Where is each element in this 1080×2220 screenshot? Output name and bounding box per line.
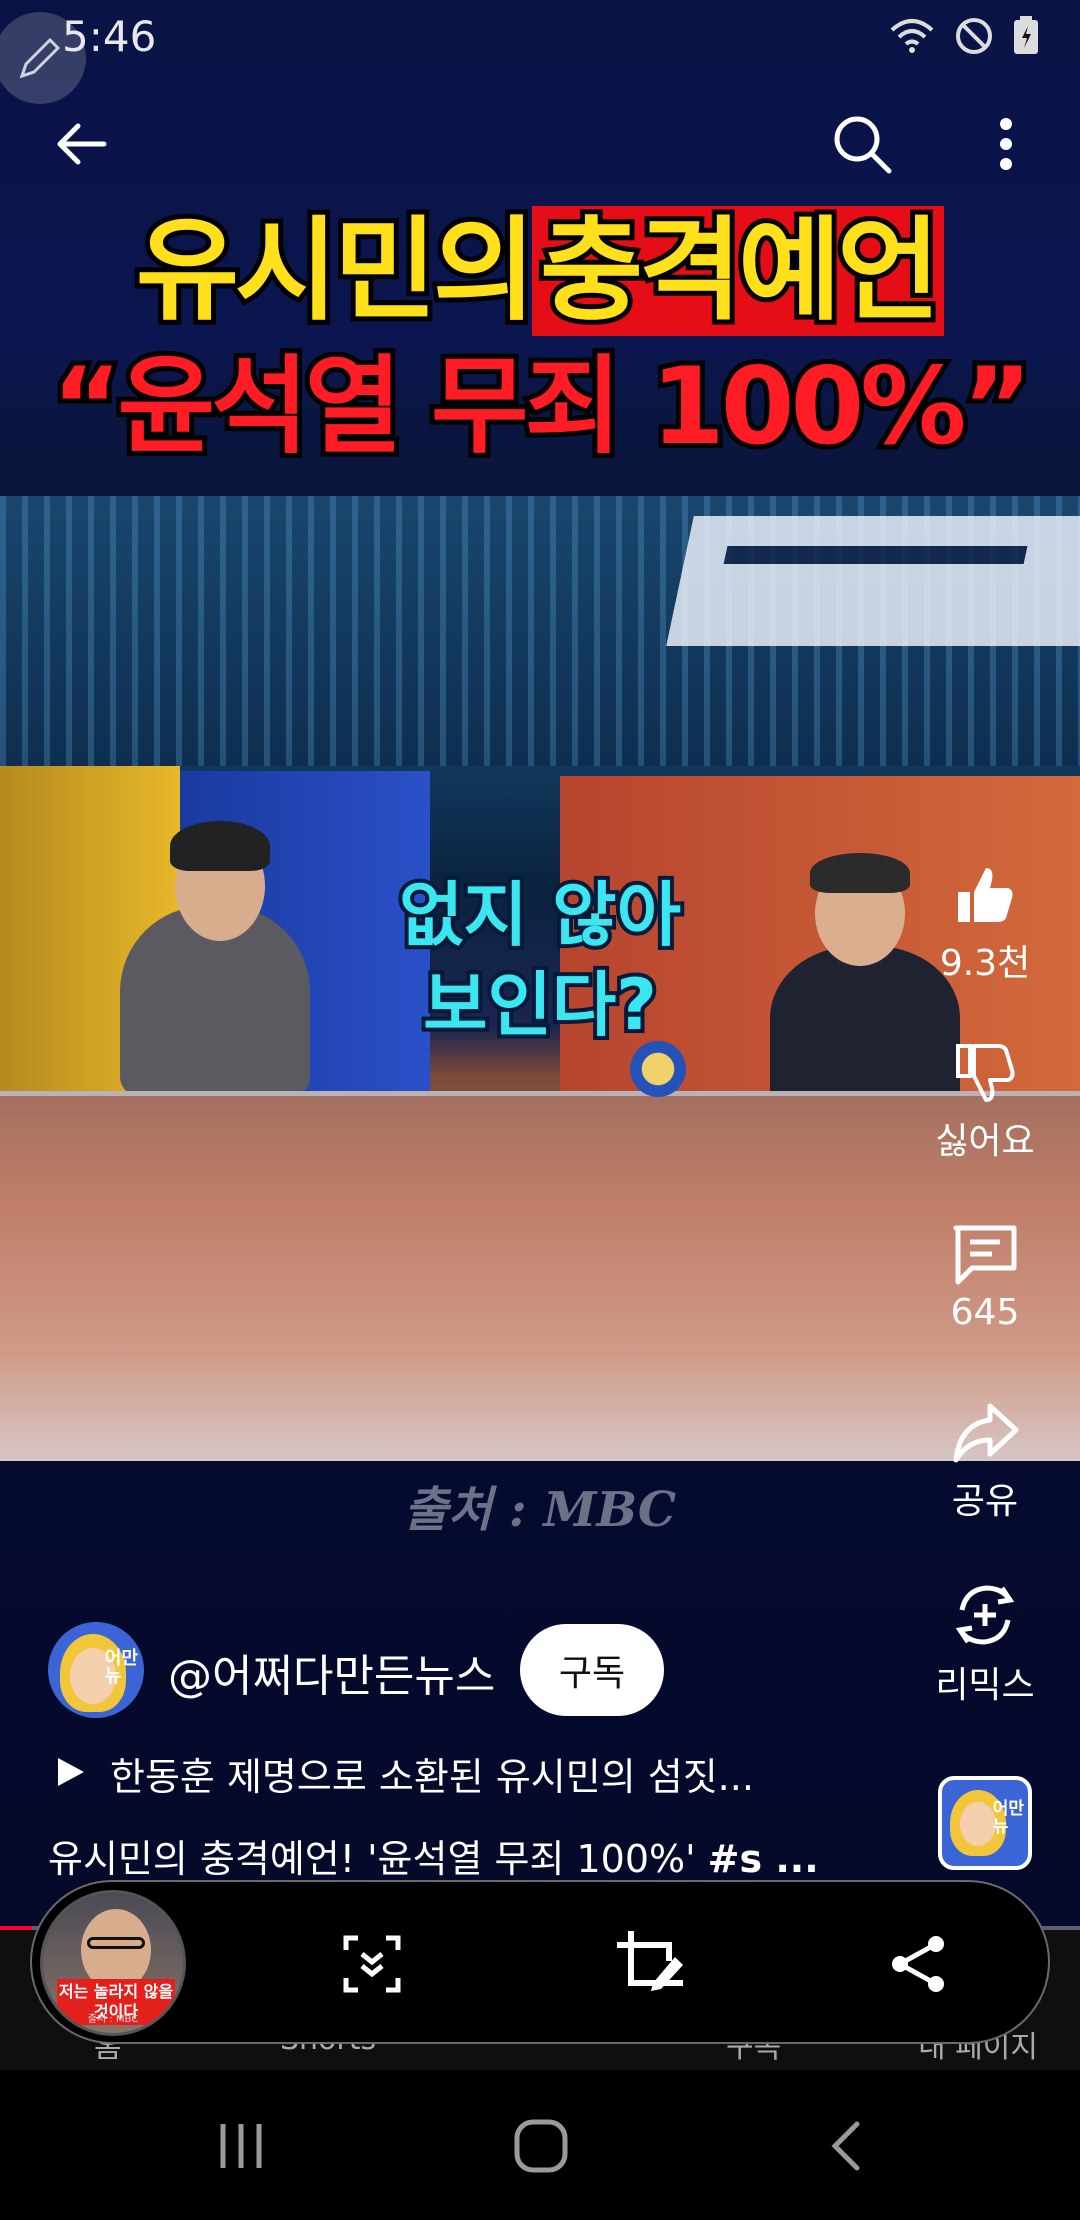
screenshot-toolbar: 저는 놀라지 않을 것이다 출처 : MBC — [30, 1880, 1050, 2044]
avatar-text: 어만 뉴 — [104, 1648, 138, 1687]
host-hair — [810, 853, 910, 893]
search-icon — [834, 116, 892, 174]
video-title-line-2: “윤석열 무죄 100%” — [47, 340, 1037, 473]
title-part-1: 유시민의 — [131, 201, 541, 341]
pen-icon — [19, 37, 61, 79]
status-icons — [888, 16, 1040, 56]
studio-sign — [666, 516, 1080, 646]
thumb-up-icon — [958, 868, 1013, 922]
share-button[interactable]: 공유 — [910, 1400, 1060, 1524]
home-button[interactable] — [506, 2116, 576, 2176]
thumb-source: 출처 : MBC — [87, 2014, 139, 2025]
battery-icon — [1014, 16, 1038, 54]
scroll-capture-button[interactable] — [332, 1924, 412, 2004]
remix-icon — [955, 1585, 1015, 1645]
status-bar: 5:46 — [0, 0, 1080, 104]
system-back-button[interactable] — [810, 2116, 880, 2176]
comment-icon — [953, 1225, 1017, 1285]
source-caption: 출처 : MBC — [403, 1482, 677, 1538]
video-description[interactable]: 유시민의 충격예언! '윤석열 무죄 100%' #s ... — [48, 1828, 878, 1883]
system-back-icon — [831, 2121, 860, 2171]
dislike-label: 싫어요 — [935, 1121, 1035, 1162]
subscribe-button[interactable]: 구독 — [520, 1624, 664, 1716]
scroll-capture-icon — [343, 1935, 401, 1993]
crop-edit-button[interactable] — [610, 1924, 690, 2004]
channel-handle[interactable]: @어쩌다만든뉴스 — [168, 1640, 495, 1704]
share-capture-icon — [892, 1936, 944, 1992]
related-video-title: 한동훈 제명으로 소환된 유시민의 섬짓... — [110, 1755, 754, 1799]
video-title-line-1: 유시민의충격예언 — [0, 180, 1080, 342]
share-icon — [953, 1403, 1019, 1463]
system-navigation-bar — [0, 2070, 1080, 2220]
sound-button[interactable]: 어만 뉴 — [938, 1776, 1032, 1870]
guest-hair — [170, 821, 270, 871]
back-arrow-icon — [57, 123, 107, 165]
recents-icon — [220, 2124, 262, 2168]
sound-thumb-face — [960, 1802, 996, 1846]
wifi-icon — [890, 19, 934, 53]
like-count: 9.3천 — [939, 943, 1031, 984]
do-not-disturb-icon — [956, 18, 992, 54]
video-subtitle: 없지 않아 보인다? — [340, 870, 740, 1050]
channel-avatar[interactable]: 어만 뉴 — [48, 1622, 144, 1718]
dislike-button[interactable]: 싫어요 — [910, 1040, 1060, 1164]
home-icon — [514, 2119, 568, 2173]
share-label: 공유 — [951, 1481, 1019, 1522]
description-text: 유시민의 충격예언! '윤석열 무죄 100%' — [48, 1837, 708, 1881]
subtitle-line-2: 보인다? — [419, 960, 661, 1050]
more-vert-icon — [1000, 118, 1012, 170]
search-button[interactable] — [826, 108, 898, 180]
share-screenshot-button[interactable] — [878, 1924, 958, 2004]
remix-label: 리믹스 — [935, 1665, 1035, 1706]
like-button[interactable]: 9.3천 — [910, 862, 1060, 986]
remix-button[interactable]: 리믹스 — [910, 1580, 1060, 1708]
description-tag: #s ... — [707, 1837, 819, 1881]
screenshot-thumbnail[interactable]: 저는 놀라지 않을 것이다 출처 : MBC — [40, 1890, 186, 2036]
sound-thumb-text: 어만 뉴 — [992, 1799, 1024, 1837]
thumb-glasses — [87, 1937, 145, 1949]
title-part-2: 충격예언 — [532, 201, 945, 341]
related-video-link[interactable]: 한동훈 제명으로 소환된 유시민의 섬짓... — [52, 1746, 872, 1801]
thumb-down-icon — [956, 1044, 1015, 1102]
play-icon — [52, 1754, 88, 1799]
back-button[interactable] — [46, 108, 118, 180]
status-time: 5:46 — [62, 12, 157, 61]
comment-count: 645 — [950, 1292, 1020, 1333]
more-options-button[interactable] — [970, 108, 1042, 180]
comments-button[interactable]: 645 — [910, 1220, 1060, 1333]
crop-edit-icon — [617, 1931, 683, 1991]
subtitle-line-1: 없지 않아 — [395, 870, 685, 960]
recents-button[interactable] — [206, 2116, 276, 2176]
